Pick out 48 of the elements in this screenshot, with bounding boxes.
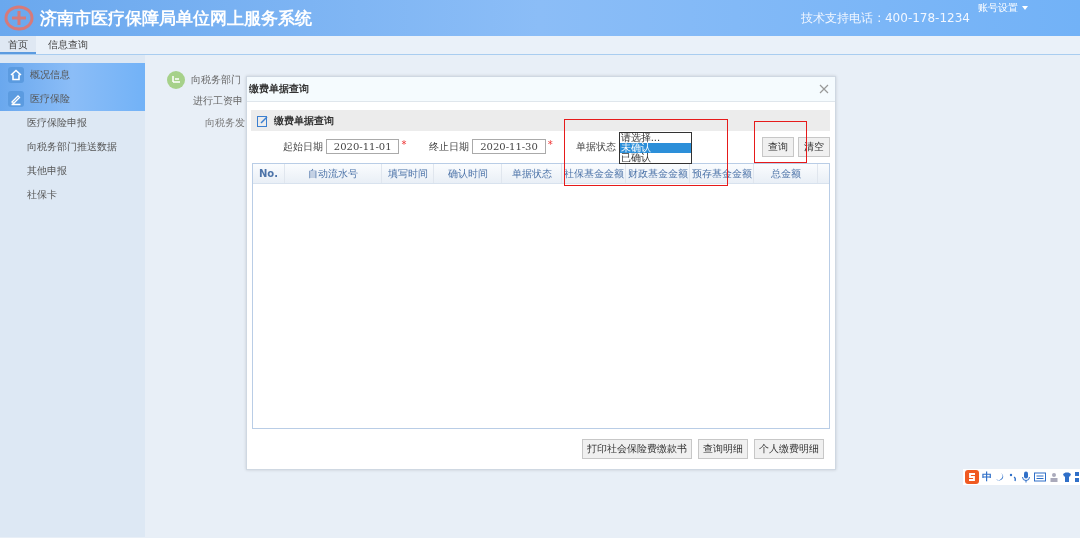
sidebar-item[interactable]: 向税务部门推送数据 xyxy=(27,140,117,154)
status-listbox[interactable]: 请选择... 未确认 已确认 xyxy=(618,132,693,164)
field-label: 起始日期 xyxy=(283,140,323,154)
support-phone: 技术支持电话 : 400-178-1234 xyxy=(801,9,970,27)
column-header: No. xyxy=(253,164,285,183)
required-mark: * xyxy=(401,139,408,150)
ime-mode[interactable]: 中 xyxy=(982,470,992,484)
column-header: 填写时间 xyxy=(382,164,434,183)
page-title: 向税务部门 xyxy=(191,73,241,87)
field-label: 单据状态 xyxy=(575,140,616,154)
list-icon xyxy=(167,71,185,89)
form-edit-icon xyxy=(257,114,269,127)
keyboard-icon[interactable] xyxy=(1034,472,1046,482)
footer-button[interactable]: 个人缴费明细 xyxy=(754,439,824,459)
microphone-icon[interactable] xyxy=(1021,471,1031,483)
column-header: 自动流水号 xyxy=(285,164,382,183)
dialog-title: 缴费单据查询 xyxy=(249,82,309,96)
close-icon[interactable] xyxy=(819,84,829,94)
section-title: 缴费单据查询 xyxy=(274,113,334,128)
nav-tab[interactable]: 信息查询 xyxy=(40,36,96,54)
sidebar-item[interactable]: 概况信息 xyxy=(30,68,70,82)
page-text: 进行工资申 xyxy=(193,94,243,108)
column-header: 确认时间 xyxy=(434,164,502,183)
system-title: 济南市医疗保障局单位网上服务系统 xyxy=(40,6,312,30)
sidebar-item[interactable]: 医疗保险申报 xyxy=(27,116,87,130)
footer-button[interactable]: 打印社会保险费缴款书 xyxy=(582,439,692,459)
logo-icon xyxy=(4,5,34,31)
nav-tab[interactable]: 首页 xyxy=(0,36,36,54)
date-field[interactable]: 2020-11-01 xyxy=(326,139,400,154)
shirt-icon[interactable] xyxy=(1062,472,1072,482)
home-icon xyxy=(8,67,24,83)
query-button[interactable]: 查询 xyxy=(762,137,795,157)
status-option[interactable]: 已确认 xyxy=(619,153,692,163)
column-header: 总金额 xyxy=(754,164,818,183)
column-header: 社保基金金额 xyxy=(562,164,626,183)
column-header: 单据状态 xyxy=(502,164,562,183)
field-label: 终止日期 xyxy=(429,140,470,154)
footer-button[interactable]: 查询明细 xyxy=(698,439,748,459)
sidebar-item[interactable]: 社保卡 xyxy=(27,188,57,202)
sidebar-item[interactable]: 其他申报 xyxy=(27,164,67,178)
sidebar-item[interactable]: 医疗保险 xyxy=(30,92,70,106)
punctuation-icon[interactable] xyxy=(1008,472,1018,482)
status-option[interactable]: 请选择... xyxy=(619,133,692,143)
pencil-icon xyxy=(8,91,24,107)
page-text: 向税务发 xyxy=(205,116,245,130)
date-field[interactable]: 2020-11-30 xyxy=(472,139,546,154)
column-header: 财政基金金额 xyxy=(626,164,690,183)
required-mark: * xyxy=(547,139,554,150)
